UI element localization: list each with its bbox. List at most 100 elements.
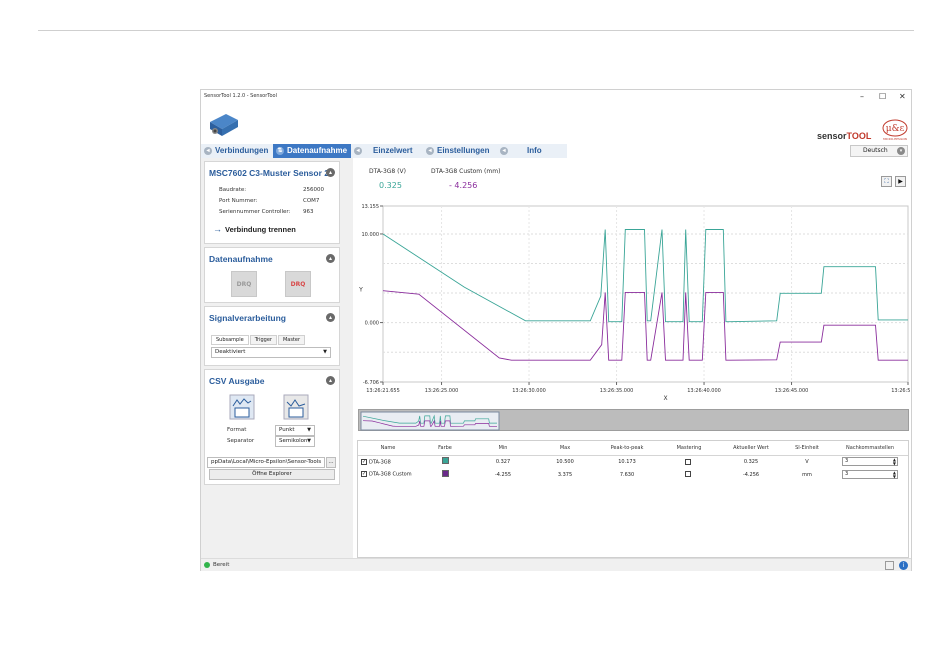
- fit-view-button[interactable]: ⛶: [881, 176, 892, 187]
- row-value: COM7: [303, 198, 320, 204]
- close-button[interactable]: ✕: [899, 92, 906, 101]
- browse-button[interactable]: ...: [326, 457, 336, 468]
- subtab-master[interactable]: Master: [277, 335, 306, 345]
- row-value: 963: [303, 209, 314, 215]
- color-cell: [418, 455, 472, 468]
- tab-datenaufnahme[interactable]: ⇅ Datenaufnahme: [273, 144, 351, 158]
- channel2-label: DTA-3G8 Custom (mm): [431, 168, 501, 175]
- col-header-decimals: Nachkommastellen: [832, 441, 908, 456]
- tab-einstellungen[interactable]: ◂ Einstellungen: [423, 144, 497, 158]
- spinner-arrows-icon: ▲ ▼: [892, 457, 896, 466]
- info-icon[interactable]: i: [899, 561, 908, 570]
- csv-export-icon[interactable]: [229, 394, 255, 420]
- tab-label: Datenaufnahme: [287, 146, 348, 155]
- csv-path-input[interactable]: ppData\Local\Micro-Epsilon\Sensor-Tools: [207, 457, 325, 468]
- acquisition-start-button[interactable]: DRQ: [231, 271, 257, 297]
- tab-info[interactable]: ◂ Info: [497, 144, 567, 158]
- minimize-button[interactable]: –: [860, 92, 864, 101]
- subtab-trigger[interactable]: Trigger: [249, 335, 277, 345]
- csv-save-icon[interactable]: [283, 394, 309, 420]
- decimals-spinner[interactable]: 3 ▲ ▼: [842, 470, 898, 479]
- row-value: 256000: [303, 187, 324, 193]
- unit-cell: V: [805, 458, 809, 465]
- select-value: Semikolon: [279, 438, 308, 444]
- format-select[interactable]: Punkt ▼: [275, 425, 315, 436]
- tab-label: Verbindungen: [215, 146, 269, 155]
- left-sidebar: MSC7602 C3-Muster Sensor 2 ▴ Baudrate: 25…: [201, 158, 353, 558]
- dropdown-arrow-icon: ▼: [307, 438, 311, 444]
- decimals-cell: 3 ▲ ▼: [832, 468, 908, 481]
- row-label: Port Nummer:: [219, 198, 258, 204]
- separator-label: Separator: [227, 438, 255, 444]
- x-tick-label: 13:26:45.000: [775, 388, 809, 394]
- channel1-value: 0.325: [379, 181, 402, 190]
- row-label: Seriennummer Controller:: [219, 209, 291, 215]
- sensortool-window: SensorTool 1.2.0 - SensorTool – ☐ ✕ sens…: [200, 89, 925, 571]
- separator-select[interactable]: Semikolon ▼: [275, 436, 315, 447]
- window-layout-icon[interactable]: [885, 561, 894, 570]
- maximize-button[interactable]: ☐: [879, 92, 886, 101]
- play-button[interactable]: ▶: [895, 176, 906, 187]
- actual-cell: 0.325: [743, 458, 759, 465]
- data-acquisition-view: DTA-3G8 (V) 0.325 DTA-3G8 Custom (mm) - …: [355, 158, 925, 558]
- channel1-label: DTA-3G8 (V): [369, 168, 406, 175]
- unit-cell: mm: [802, 471, 812, 478]
- app-header: sensorTOOL μ&ε MICRO-EPSILON: [201, 104, 911, 144]
- arrow-right-icon: →: [213, 224, 222, 234]
- mastering-checkbox[interactable]: [685, 458, 691, 465]
- actual-cell: -4.256: [742, 471, 760, 478]
- collapse-icon[interactable]: ▴: [326, 313, 335, 322]
- chart-overview[interactable]: [358, 409, 909, 431]
- color-swatch[interactable]: [441, 457, 449, 465]
- x-tick-label: 13:26:21.655: [366, 388, 400, 394]
- open-explorer-button[interactable]: Öffne Explorer: [209, 469, 335, 480]
- table-row: ✓ DTA-3G8 Custom -4.255 3.375 7.630 -4.25…: [358, 468, 908, 481]
- dropdown-arrow-icon: ▼: [323, 349, 327, 355]
- signal-subtabs: Subsample Trigger Master: [211, 335, 306, 345]
- signal-mode-select[interactable]: Deaktiviert ▼: [211, 347, 331, 358]
- acquisition-stop-button[interactable]: DRQ: [285, 271, 311, 297]
- x-tick-label: 13:26:25.000: [425, 388, 459, 394]
- decimals-spinner[interactable]: 3 ▲ ▼: [842, 457, 898, 467]
- tab-icon: ⇅: [276, 147, 284, 155]
- collapse-icon[interactable]: ▴: [326, 168, 335, 177]
- tab-icon: ◂: [204, 147, 212, 155]
- tab-label: Einzelwert: [373, 146, 413, 155]
- signal-panel: Signalverarbeitung ▴ Subsample Trigger Mas…: [204, 306, 340, 366]
- y-tick-label: 13.155: [362, 204, 380, 210]
- main-tabs: ◂ Verbindungen ⇅ Datenaufnahme ◂ Einzelwert…: [201, 144, 911, 158]
- row-label: Baudrate:: [219, 187, 247, 193]
- brand-sensortool: sensorTOOL: [817, 131, 871, 141]
- svg-text:μ&ε: μ&ε: [886, 124, 905, 134]
- table-row: ✓ DTA-3G8 0.327 10.500 10.173 0.325 V 3 ▲ ▼: [358, 455, 908, 468]
- disconnect-label: Verbindung trennen: [225, 225, 296, 234]
- collapse-icon[interactable]: ▴: [326, 254, 335, 263]
- subtab-subsample[interactable]: Subsample: [211, 335, 249, 345]
- col-header-max: Max: [534, 441, 596, 456]
- overview-svg: [360, 411, 500, 431]
- channel2-value: - 4.256: [449, 181, 478, 190]
- mastering-cell: [658, 468, 720, 481]
- y-tick-label: -6.706: [363, 380, 379, 386]
- collapse-icon[interactable]: ▴: [326, 376, 335, 385]
- tab-einzelwert[interactable]: ◂ Einzelwert: [351, 144, 423, 158]
- visibility-checkbox[interactable]: ✓: [361, 458, 367, 465]
- serial-row: Seriennummer Controller: 963: [219, 209, 314, 215]
- sensor-device-icon: [210, 114, 238, 136]
- csv-panel-title: CSV Ausgabe: [209, 376, 265, 386]
- language-select[interactable]: Deutsch ▾: [850, 145, 908, 157]
- x-tick-label: 13:26:30.000: [512, 388, 546, 394]
- window-title: SensorTool 1.2.0 - SensorTool: [204, 93, 277, 99]
- col-header-mastering: Mastering: [658, 441, 720, 456]
- disconnect-link[interactable]: → Verbindung trennen: [213, 224, 296, 234]
- mastering-checkbox[interactable]: [685, 471, 691, 478]
- port-row: Port Nummer: COM7: [219, 198, 319, 204]
- visibility-checkbox[interactable]: ✓: [361, 471, 367, 478]
- tab-icon: ◂: [500, 147, 508, 155]
- tab-label: Einstellungen: [437, 146, 490, 155]
- color-swatch[interactable]: [441, 470, 449, 477]
- mastering-cell: [658, 455, 720, 468]
- signal-chart: 13.155 10.000 0.000 -6.706 13:26:21.655 13:26…: [355, 196, 925, 404]
- decimals-cell: 3 ▲ ▼: [832, 455, 908, 468]
- tab-verbindungen[interactable]: ◂ Verbindungen: [201, 144, 273, 158]
